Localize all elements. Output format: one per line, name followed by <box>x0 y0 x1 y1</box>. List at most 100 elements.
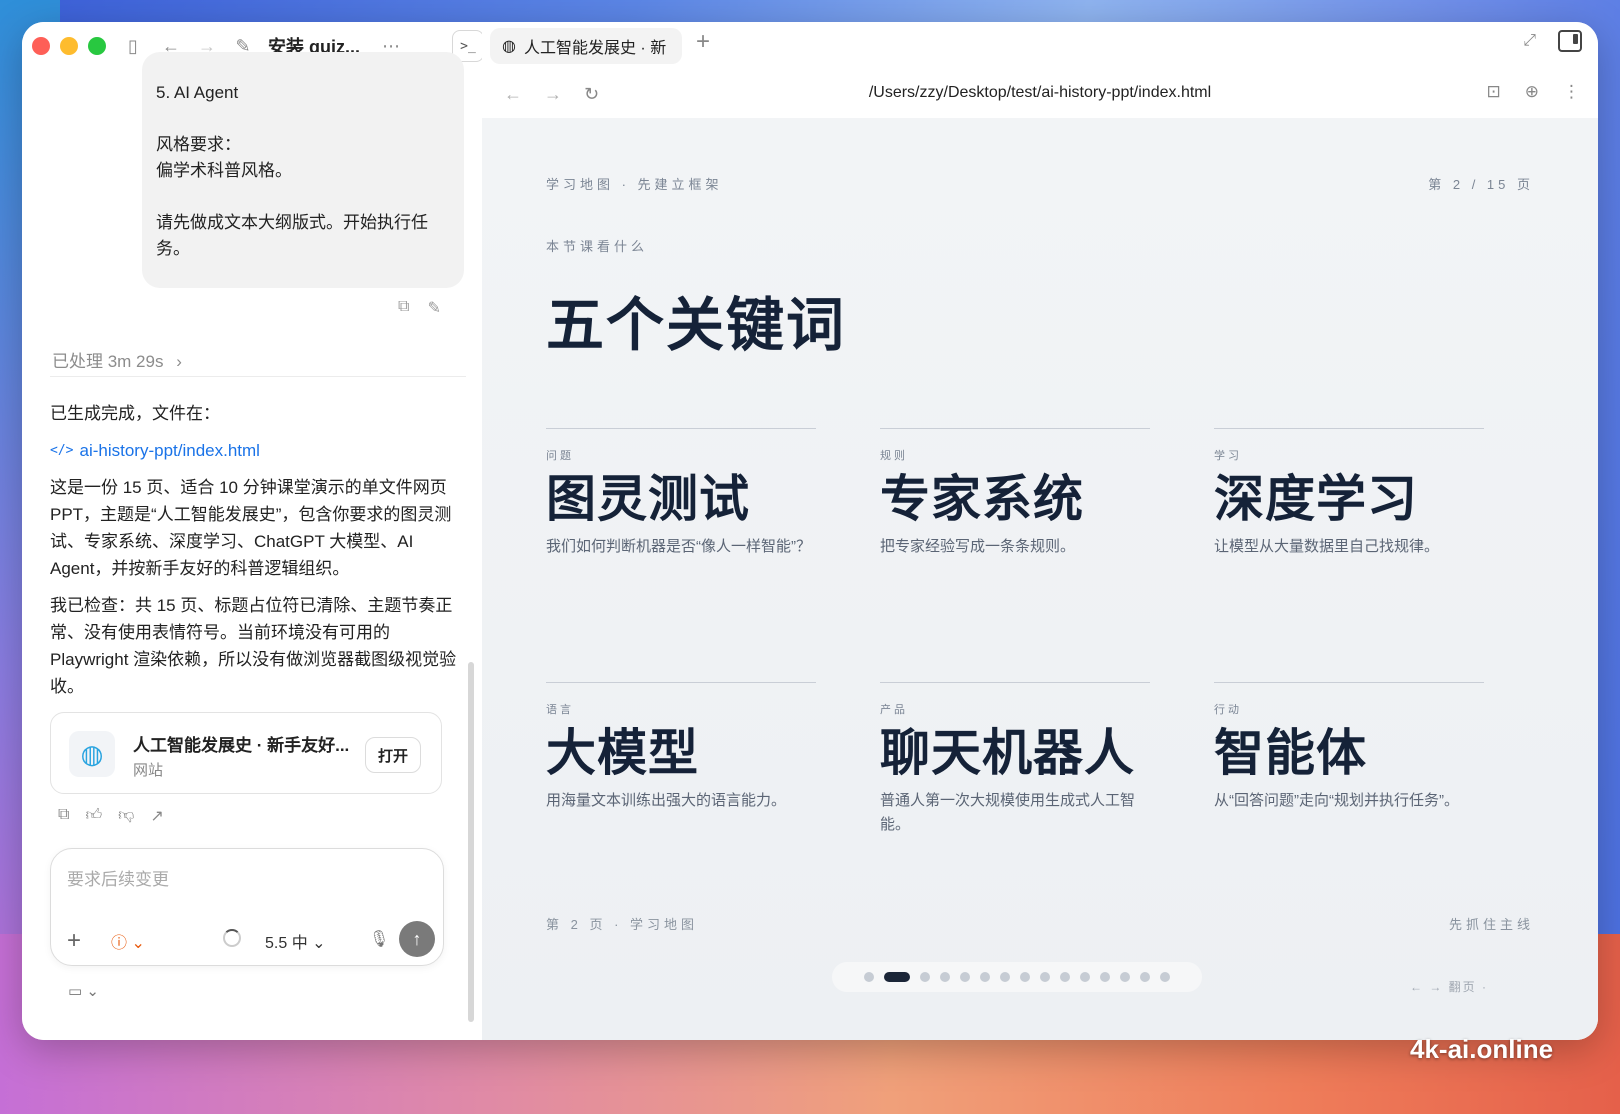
window-controls <box>32 37 106 55</box>
pager-dot[interactable] <box>980 972 990 982</box>
edit-icon[interactable]: ✎ <box>427 298 440 318</box>
keyword-item: 学习 深度学习 让模型从大量数据里自己找规律。 <box>1214 428 1484 559</box>
user-message-line <box>156 106 450 132</box>
user-message-actions: ⧉ ✎ <box>398 298 441 318</box>
microphone-icon[interactable]: 🎙︎ <box>369 929 389 949</box>
answer-actions: ⧉ 👍︎ 👎︎ ↗ <box>58 806 164 826</box>
keyword-name: 大模型 <box>546 723 699 782</box>
pager-dot[interactable] <box>1160 972 1170 982</box>
terminal-icon: >_ <box>460 38 476 54</box>
keyword-desc: 普通人第一次大规模使用生成式人工智能。 <box>880 792 1136 833</box>
message-composer[interactable]: 要求后续变更 + ⓘ ⌄ 5.5 中 ⌄ 🎙︎ ↑ <box>50 848 444 966</box>
card-subtitle: 网站 <box>133 762 164 779</box>
divider <box>50 376 466 377</box>
keyword-name: 深度学习 <box>1214 469 1418 528</box>
pager-dot[interactable] <box>920 972 930 982</box>
minimize-window-button[interactable] <box>60 37 78 55</box>
slide-section-label: 学习地图 · 先建立框架 <box>546 177 723 192</box>
user-message-line: 风格要求： <box>156 135 241 154</box>
keyword-tag: 产品 <box>880 704 908 716</box>
assistant-answer: 已生成完成，文件在： </> ai-history-ppt/index.html… <box>50 400 466 710</box>
pager-dot[interactable] <box>960 972 970 982</box>
answer-paragraph: 我已检查：共 15 页、标题占位符已清除、主题节奏正常、没有使用表情符号。当前环… <box>50 596 457 696</box>
slide-footer-right: 先抓住主线 <box>1448 917 1534 932</box>
keyboard-hint: ← → 翻页 · <box>1410 980 1488 994</box>
pager-dot[interactable] <box>884 972 910 982</box>
composer-input[interactable]: 要求后续变更 <box>67 865 169 890</box>
permissions-icon[interactable]: ⓘ ⌄ <box>111 929 145 953</box>
keyword-tag: 行动 <box>1214 704 1242 716</box>
pager-dot[interactable] <box>1100 972 1110 982</box>
slide-pager <box>832 962 1202 992</box>
processing-time-label: 已处理 3m 29s <box>52 352 164 371</box>
file-link-text[interactable]: ai-history-ppt/index.html <box>79 437 259 464</box>
model-label: 5.5 中 <box>265 935 308 952</box>
answer-intro: 已生成完成，文件在： <box>50 404 220 423</box>
browser-tab[interactable]: ◍ 人工智能发展史 · 新 <box>490 28 682 64</box>
card-title: 人工智能发展史 · 新手友好... <box>133 736 350 755</box>
keyword-item: 问题 图灵测试 我们如何判断机器是否“像人一样智能”？ <box>546 428 816 559</box>
browser-tabbar: ◍ 人工智能发展史 · 新 + ⤢ <box>482 22 1598 70</box>
slide-page-indicator: 第 2 / 15 页 <box>1428 177 1534 192</box>
presentation-slide: 学习地图 · 先建立框架 第 2 / 15 页 本节课看什么 五个关键词 问题 … <box>482 118 1598 1040</box>
browser-tools: ⊡ ⊕ ⋮ <box>1487 82 1581 102</box>
keyword-desc: 用海量文本训练出强大的语言能力。 <box>546 792 787 809</box>
chat-pane: ▯ ← → ✎ 安装 guiz... ⋯ >_ 5. AI Agent 风格要求… <box>22 22 497 1040</box>
maximize-window-button[interactable] <box>88 37 106 55</box>
processing-time-toggle[interactable]: 已处理 3m 29s › <box>52 347 182 372</box>
app-window: ▯ ← → ✎ 安装 guiz... ⋯ >_ 5. AI Agent 风格要求… <box>22 22 1598 1040</box>
keyword-item: 语言 大模型 用海量文本训练出强大的语言能力。 <box>546 682 816 813</box>
user-message-line: 5. AI Agent <box>156 83 239 102</box>
address-bar[interactable]: /Users/zzy/Desktop/test/ai-history-ppt/i… <box>482 84 1598 102</box>
chevron-right-icon: › <box>176 352 182 371</box>
user-message-line: 请先做成文本大纲版式。开始执行任务。 <box>156 213 428 258</box>
pager-dot[interactable] <box>1000 972 1010 982</box>
panel-toggle-icon[interactable] <box>1558 30 1582 52</box>
pager-dot[interactable] <box>1040 972 1050 982</box>
open-button[interactable]: 打开 <box>365 737 421 773</box>
keyword-tag: 学习 <box>1214 450 1242 462</box>
chat-scrollbar[interactable] <box>468 662 474 1022</box>
code-file-icon: </> <box>50 443 74 458</box>
keyword-item: 行动 智能体 从“回答问题”走向“规划并执行任务”。 <box>1214 682 1484 813</box>
answer-paragraph: 这是一份 15 页、适合 10 分钟课堂演示的单文件网页 PPT，主题是“人工智… <box>50 478 452 578</box>
browser-navbar: ← → ↻ /Users/zzy/Desktop/test/ai-history… <box>482 70 1598 118</box>
more-options-icon[interactable]: ⋮ <box>1563 82 1580 102</box>
laptop-icon: ▭ <box>68 983 83 1000</box>
copy-icon[interactable]: ⧉ <box>58 806 69 826</box>
globe-icon: ◍ <box>69 731 115 777</box>
keyword-name: 专家系统 <box>880 469 1084 528</box>
pager-dot[interactable] <box>1020 972 1030 982</box>
thumbs-up-icon[interactable]: 👍︎ <box>85 806 102 826</box>
keyword-tag: 语言 <box>546 704 574 716</box>
pager-dot[interactable] <box>1120 972 1130 982</box>
pager-dot[interactable] <box>1140 972 1150 982</box>
arrow-up-icon: ↑ <box>412 928 422 949</box>
sidebar-toggle-icon[interactable]: ▯ <box>122 36 144 57</box>
browser-window-actions: ⤢ <box>1523 30 1582 52</box>
thumbs-down-icon[interactable]: 👎︎ <box>118 806 134 826</box>
copy-icon[interactable]: ⧉ <box>398 298 409 318</box>
expand-icon[interactable]: ⤢ <box>1523 32 1536 50</box>
new-tab-icon[interactable]: + <box>696 28 710 56</box>
environment-selector[interactable]: ▭ ⌄ <box>68 982 99 1000</box>
website-preview-card[interactable]: ◍ 人工智能发展史 · 新手友好... 网站 打开 <box>50 712 442 794</box>
send-button[interactable]: ↑ <box>399 921 435 957</box>
keyword-name: 图灵测试 <box>546 469 750 528</box>
slide-footer-left: 第 2 页 · 学习地图 <box>546 917 699 932</box>
pager-dot[interactable] <box>1080 972 1090 982</box>
pager-dot[interactable] <box>1060 972 1070 982</box>
loading-spinner-icon <box>223 929 241 947</box>
model-selector[interactable]: 5.5 中 ⌄ <box>265 929 326 953</box>
user-message-line <box>156 184 450 210</box>
close-window-button[interactable] <box>32 37 50 55</box>
screenshot-icon[interactable]: ⊡ <box>1487 82 1501 102</box>
add-attachment-icon[interactable]: + <box>67 927 81 955</box>
pager-dot[interactable] <box>864 972 874 982</box>
share-icon[interactable]: ↗ <box>150 806 163 826</box>
user-message-bubble: 5. AI Agent 风格要求： 偏学术科普风格。 请先做成文本大纲版式。开始… <box>142 52 464 288</box>
add-context-icon[interactable]: ⊕ <box>1525 82 1539 102</box>
pager-dot[interactable] <box>940 972 950 982</box>
keyword-item: 产品 聊天机器人 普通人第一次大规模使用生成式人工智能。 <box>880 682 1150 837</box>
file-link[interactable]: </> ai-history-ppt/index.html <box>50 437 466 464</box>
